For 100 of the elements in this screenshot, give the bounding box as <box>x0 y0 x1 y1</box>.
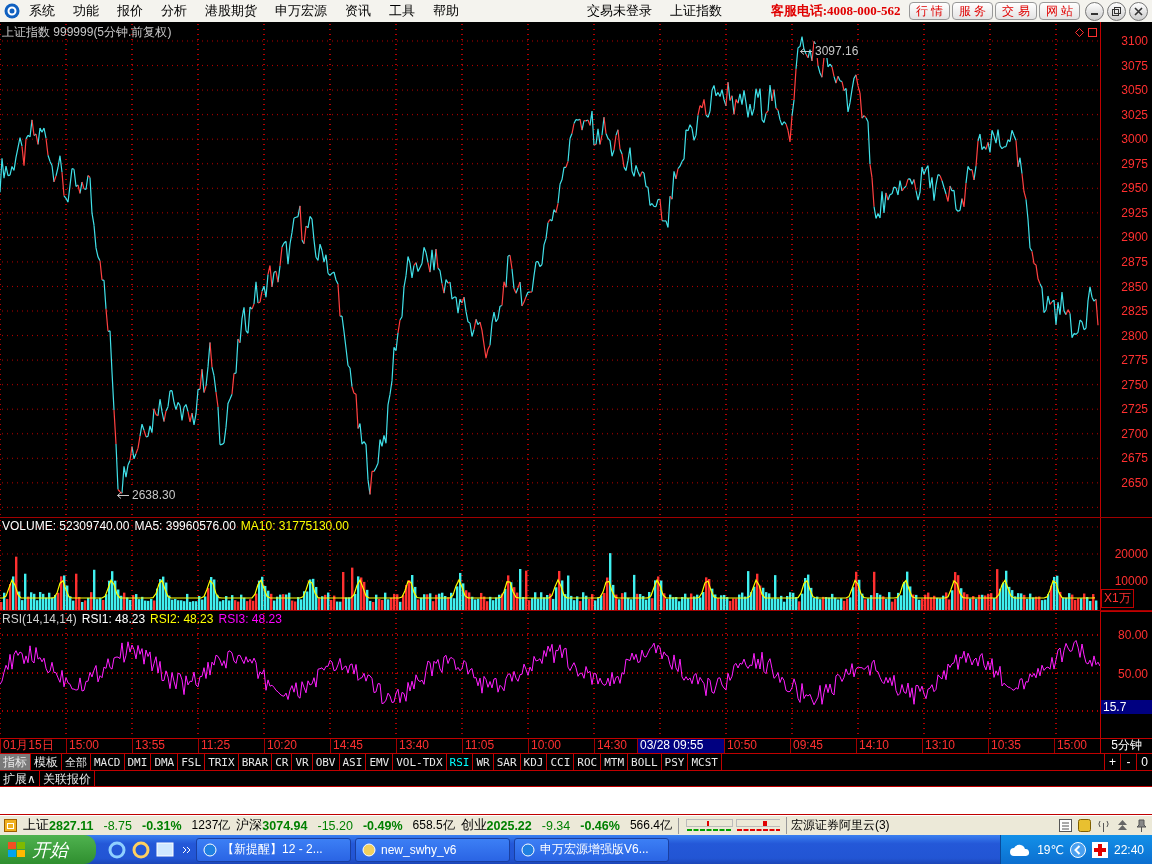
price-axis-label: 2950 <box>1121 181 1148 196</box>
time-axis-label: 03/28 09:55 <box>637 739 724 753</box>
mode-tab[interactable]: 指标 <box>0 754 31 770</box>
legend-text: MA5: 39960576.00 <box>134 519 236 533</box>
close-icon <box>1134 6 1143 16</box>
indicator-tab[interactable]: VOL-TDX <box>393 754 447 770</box>
price-axis-label: 2750 <box>1121 377 1148 392</box>
indicator-tab[interactable]: MCST <box>688 754 722 770</box>
minimize-button[interactable] <box>1085 1 1104 21</box>
volume-axis-label: 10000 <box>1114 574 1148 588</box>
indicator-tab[interactable]: WR <box>473 754 494 770</box>
app-logo-icon[interactable] <box>4 3 20 19</box>
low-price-label: 2638.30 <box>131 488 177 502</box>
index-name: 沪深 <box>236 817 263 834</box>
indicator-tab[interactable]: MACD <box>91 754 125 770</box>
price-axis-label: 2850 <box>1121 279 1148 294</box>
menu-item[interactable]: 资讯 <box>336 2 380 20</box>
legend-text: RSI(14,14,14) <box>2 612 77 626</box>
rsi-axis-label: 50.00 <box>1117 667 1148 681</box>
diamond-icon[interactable] <box>1075 28 1084 37</box>
index-percent: -0.31% <box>142 818 182 833</box>
notepad-icon[interactable] <box>1059 819 1072 832</box>
pointer-arrow-icon <box>800 48 812 55</box>
menu-item[interactable]: 工具 <box>380 2 424 20</box>
window-icon[interactable] <box>1088 28 1097 37</box>
nav-button[interactable]: 服 务 <box>951 2 994 20</box>
price-axis-label: 2825 <box>1121 304 1148 319</box>
current-value-label: 15.7 <box>1101 700 1152 714</box>
unit-label: X1万 <box>1101 589 1134 608</box>
indicator-tab[interactable]: ASI <box>339 754 367 770</box>
price-axis-label: 3100 <box>1121 34 1148 48</box>
rsi-axis-label: 80.00 <box>1117 628 1148 642</box>
menu-item[interactable]: 分析 <box>152 2 196 20</box>
menu-item[interactable]: 系统 <box>20 2 64 20</box>
restore-button[interactable] <box>1107 1 1126 21</box>
bottom-tab[interactable]: 扩展∧ <box>0 771 40 786</box>
menu-item[interactable]: 帮助 <box>424 2 468 20</box>
price-axis-label: 2900 <box>1121 230 1148 245</box>
menu-item[interactable]: 报价 <box>108 2 152 20</box>
app-icon <box>362 842 376 857</box>
hotline-text: 客服电话:4008-000-562 <box>770 2 901 20</box>
pin-icon[interactable] <box>1135 819 1148 832</box>
status-label: 上证指数 <box>669 2 723 20</box>
browser-icon[interactable] <box>132 840 150 859</box>
menu-item[interactable]: 功能 <box>64 2 108 20</box>
price-axis-label: 2725 <box>1121 402 1148 417</box>
indicator-tab[interactable]: TRIX <box>205 754 239 770</box>
indicator-tab[interactable]: MTM <box>601 754 629 770</box>
antenna-icon[interactable] <box>1097 819 1110 832</box>
price-axis-label: 3025 <box>1121 107 1148 122</box>
clock-text: 22:40 <box>1113 842 1144 857</box>
pointer-arrow-icon <box>117 492 129 499</box>
flag-icon <box>8 841 26 858</box>
close-button[interactable] <box>1129 1 1148 21</box>
index-amount: 566.4亿 <box>629 817 672 834</box>
price-axis-label: 2700 <box>1121 426 1148 441</box>
mode-tab[interactable]: 模板 <box>31 754 62 770</box>
chart-title: 上证指数 999999(5分钟.前复权) <box>2 24 172 41</box>
index-amount: 1237亿 <box>191 817 231 834</box>
price-axis-label: 2650 <box>1121 475 1148 490</box>
index-percent: -0.49% <box>362 818 403 833</box>
menu-item[interactable]: 港股期货 <box>196 2 266 20</box>
indicator-tab[interactable]: 全部 <box>62 754 91 770</box>
price-axis-label: 2875 <box>1121 254 1148 269</box>
task-button[interactable]: new_swhy_v6 <box>355 837 510 862</box>
price-axis-label: 2675 <box>1121 451 1148 466</box>
index-value: 2827.11 <box>49 818 94 833</box>
cloud-icon[interactable] <box>1009 842 1032 857</box>
task-button[interactable]: 申万宏源增强版V6... <box>514 837 669 862</box>
nav-button[interactable]: 行 情 <box>908 2 950 20</box>
legend-text: RSI1: 48.23 <box>81 612 146 626</box>
index-amount: 658.5亿 <box>412 817 455 834</box>
restore-icon <box>1112 6 1121 16</box>
task-button[interactable]: 【新提醒】12 - 2... <box>196 837 351 862</box>
index-value: 2025.22 <box>486 818 532 833</box>
legend-text: RSI2: 48.23 <box>150 612 214 626</box>
app-icon <box>521 842 535 857</box>
indicator-tab[interactable]: BOLL <box>628 754 662 770</box>
server-label: 宏源证券阿里云(3) <box>785 817 890 834</box>
indicator-tab[interactable]: VR <box>292 754 313 770</box>
nav-button[interactable]: 网 站 <box>1038 2 1080 20</box>
chevron-icon[interactable] <box>182 844 192 855</box>
price-axis-label: 3050 <box>1121 83 1148 98</box>
status-label: 交易未登录 <box>586 2 653 20</box>
volume-axis-label: 20000 <box>1114 547 1148 561</box>
temperature-text: 19℃ <box>1037 842 1064 857</box>
high-price-label: 3097.16 <box>814 44 860 58</box>
price-axis-label: 2800 <box>1121 328 1148 343</box>
price-axis-label: 3000 <box>1121 132 1148 147</box>
desktop-icon[interactable] <box>156 840 174 859</box>
price-axis-label: 2975 <box>1121 156 1148 171</box>
browser-icon[interactable] <box>108 840 126 859</box>
medical-cross-icon[interactable] <box>1091 841 1108 858</box>
index-change: -9.34 <box>541 818 571 833</box>
menu-item[interactable]: 申万宏源 <box>266 2 336 20</box>
index-percent: -0.46% <box>580 818 620 833</box>
up-arrows-icon[interactable] <box>1116 819 1129 832</box>
app-icon <box>203 842 217 857</box>
nav-button[interactable]: 交 易 <box>995 2 1037 20</box>
index-change: -15.20 <box>317 818 353 833</box>
